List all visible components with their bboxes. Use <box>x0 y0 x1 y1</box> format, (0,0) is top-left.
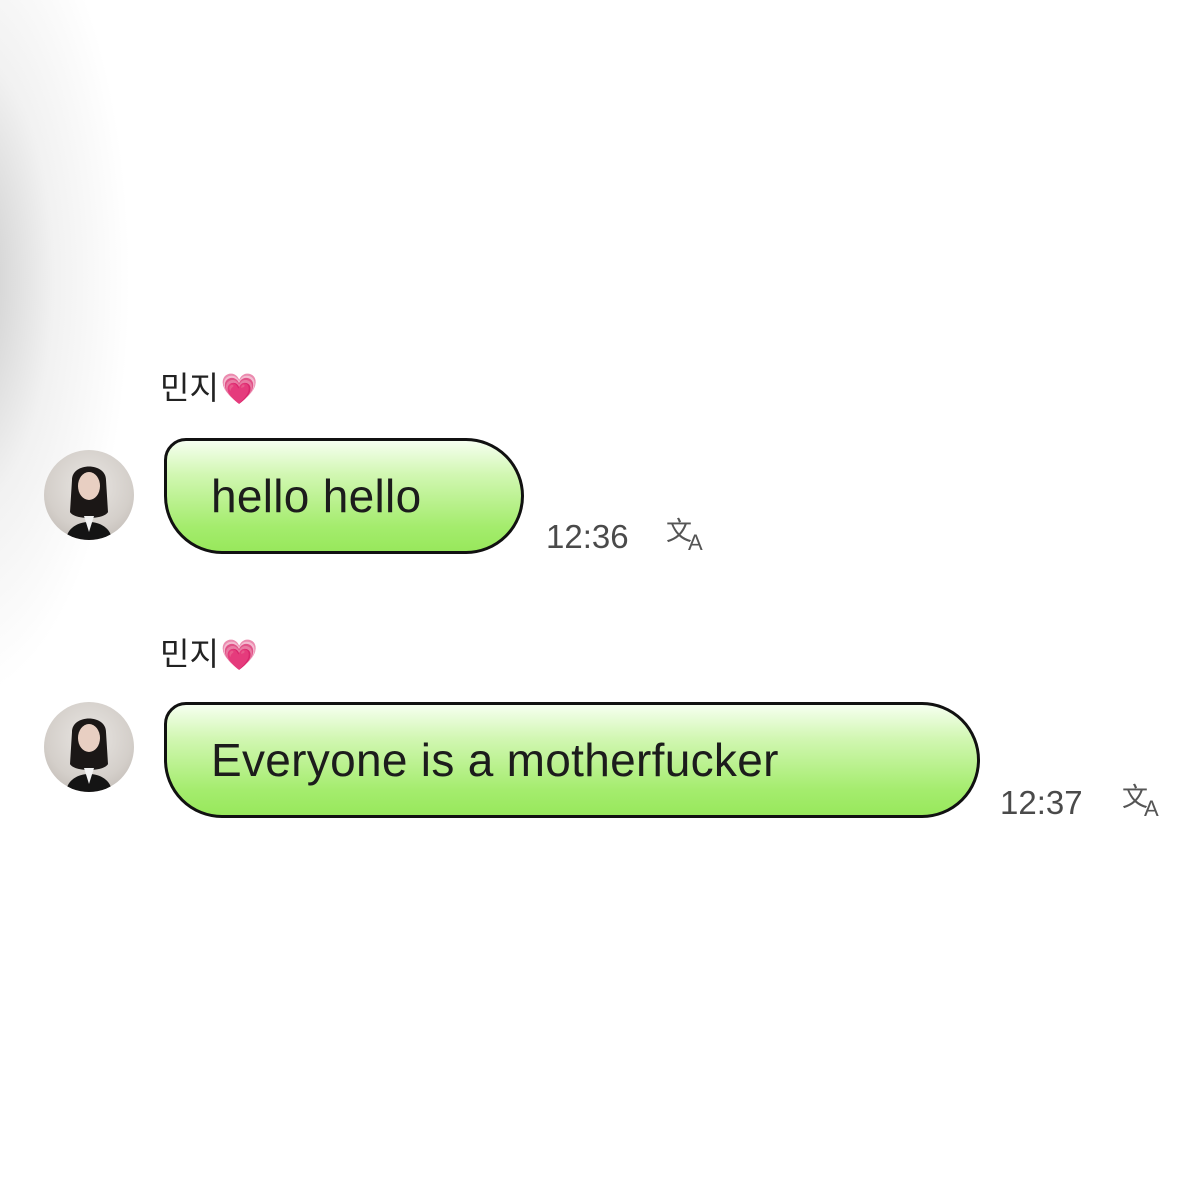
avatar[interactable] <box>44 702 134 792</box>
avatar[interactable] <box>44 450 134 540</box>
heart-emoji: 💗 <box>220 638 259 673</box>
message-time: 12:37 <box>1000 784 1083 821</box>
sender-name-text: 민지 <box>160 369 219 407</box>
sender-name: 민지💗 <box>160 634 258 676</box>
message-bubble[interactable]: hello hello <box>164 438 524 554</box>
sender-name-text: 민지 <box>160 635 219 673</box>
heart-emoji: 💗 <box>220 372 259 407</box>
message-time: 12:36 <box>546 518 629 555</box>
message-text: Everyone is a motherfucker <box>211 734 779 786</box>
chat-screen: 민지💗 hello hello 12:36 文 A 민지💗 Everyone i… <box>0 0 1200 1200</box>
translate-icon[interactable]: 文 A <box>664 514 712 554</box>
sender-name: 민지💗 <box>160 368 258 410</box>
translate-icon[interactable]: 文 A <box>1120 780 1168 820</box>
message-text: hello hello <box>211 470 422 522</box>
svg-text:A: A <box>1144 796 1159 820</box>
svg-text:A: A <box>688 530 703 554</box>
message-bubble[interactable]: Everyone is a motherfucker <box>164 702 980 818</box>
